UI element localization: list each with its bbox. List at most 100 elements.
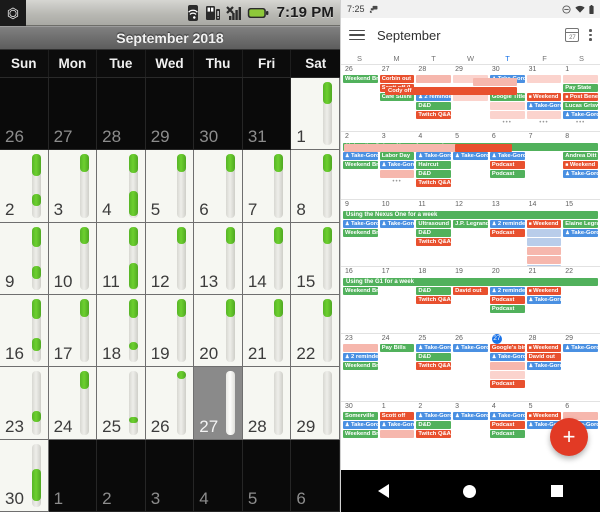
day-cell[interactable]: 2 [97,439,146,512]
day-number-cell[interactable]: 5 [526,402,563,412]
day-event-column[interactable]: Weekend Bre [342,75,379,126]
day-number-cell[interactable]: 16 [342,267,379,277]
week-row[interactable]: 2345678Using the Galaxy Nexus for a week… [341,131,600,198]
calendar-event[interactable]: ♟Take-Gordo [379,161,415,170]
multi-day-event-span[interactable] [454,144,512,153]
day-event-column[interactable]: Scott off♟Take-Gordo [379,411,416,438]
left-month-grid[interactable]: 26 27 28 29 30 31 1 2 3 4 5 6 7 8 9 10 11 12 13 14 15 16 17 18 1… [0,78,340,512]
day-event-column[interactable]: J.P. Legrand [452,219,489,266]
day-event-column[interactable]: ♟Take-GordoWeekend Bre [342,152,379,187]
day-event-column[interactable]: Elaine Legra♟Take-Gordo [562,219,599,266]
calendar-event[interactable]: Weekend Bre [343,161,378,170]
calendar-event[interactable]: D&D [416,286,452,295]
day-cell[interactable]: 4 [194,439,243,512]
day-number-cell[interactable]: 10 [379,200,416,210]
day-cell[interactable]: 20 [194,295,243,368]
day-number-cell[interactable]: 15 [562,200,599,210]
day-number-cell[interactable]: 26 [452,334,489,344]
calendar-event-faded[interactable] [489,371,525,380]
multi-day-event-span[interactable] [473,78,518,86]
calendar-event-faded[interactable] [526,111,562,119]
calendar-event-faded[interactable] [489,362,525,371]
day-cell[interactable]: 3 [145,439,195,512]
calendar-event-faded[interactable] [416,75,452,83]
day-event-column[interactable] [562,287,599,313]
day-event-column[interactable]: Somerville♟Take-GordoWeekend Bre [342,411,379,438]
day-cell[interactable]: 6 [194,150,243,223]
calendar-event[interactable]: Twitch Q&A [416,429,452,438]
calendar-event[interactable]: Google's birthday (1998) [489,344,525,353]
day-event-column[interactable]: ♟2 remindersD&DTwitch Q&A [415,75,452,126]
more-events-dots[interactable]: ••• [563,120,598,126]
day-number-cell[interactable]: 8 [562,132,599,142]
calendar-event[interactable]: ♟Take-Gordo [416,344,452,353]
calendar-event[interactable]: ■ Weekend [526,411,562,420]
day-number-cell[interactable]: 1 [562,65,599,75]
day-cell[interactable]: 24 [48,367,98,440]
calendar-event[interactable]: ■ Weekend [526,286,562,295]
back-icon[interactable] [378,484,390,498]
calendar-event[interactable]: ■ Weekend [563,161,598,170]
calendar-event[interactable]: ♟Take-Gordo [453,152,488,161]
day-cell[interactable]: 1 [48,439,98,512]
day-number-cell[interactable]: 29 [452,65,489,75]
calendar-event[interactable]: ♟Take-Gordo [489,152,525,161]
calendar-event[interactable]: ♟Take-Gordo [526,295,562,304]
more-events-dots[interactable]: ••• [490,120,525,126]
day-number-cell[interactable]: 28 [415,65,452,75]
day-number-cell[interactable]: 4 [415,132,452,142]
day-cell[interactable]: 12 [145,222,195,295]
calendar-event[interactable]: ♟Take-Gordo [563,111,598,119]
day-number-cell[interactable]: 13 [489,200,526,210]
day-number-cell[interactable]: 17 [379,267,416,277]
calendar-event[interactable]: ♟Take-Gordo [379,420,415,429]
calendar-event[interactable]: Scott off [379,411,415,420]
day-event-column[interactable]: ♟2 remindersPodcast [489,219,526,266]
day-cell[interactable]: 2 [0,150,49,223]
day-cell[interactable]: 5 [242,439,292,512]
day-number-cell[interactable]: 4 [489,402,526,412]
calendar-event[interactable]: ♟Take-Gordo [563,344,598,353]
day-number-cell[interactable]: 31 [526,65,563,75]
calendar-event[interactable]: ♟Take-Gordo [526,362,562,371]
calendar-event[interactable]: D&D [416,170,452,179]
day-event-column[interactable]: ♟Take-Gordo [452,411,489,438]
day-number-cell[interactable]: 20 [489,267,526,277]
calendar-event-faded[interactable] [379,429,415,438]
day-event-column[interactable]: ♟2 remindersWeekend Bre [342,344,379,388]
day-cell[interactable]: 10 [48,222,98,295]
calendar-event-faded[interactable] [526,246,562,255]
day-event-column[interactable]: Pay State ■Post Bene Lucas Grisw ♟Take-Gord… [562,75,599,126]
calendar-event-faded[interactable] [489,111,525,119]
calendar-event[interactable]: Twitch Q&A [416,179,452,188]
day-cell[interactable]: 9 [0,222,49,295]
week-row[interactable]: 2627282930311Weekend BreCorbin outScott … [341,64,600,131]
day-cell[interactable]: 21 [242,295,292,368]
day-cell[interactable]: 4 [97,150,146,223]
calendar-event[interactable]: D&D [416,420,452,429]
calendar-event[interactable]: ■ Post Bene [563,93,598,101]
home-icon[interactable] [463,484,477,498]
day-cell[interactable]: 6 [291,439,340,512]
day-number-cell[interactable]: 11 [415,200,452,210]
day-cell[interactable]: 25 [97,367,146,440]
day-cell[interactable]: 31 [242,78,292,151]
day-number-cell[interactable]: 9 [342,200,379,210]
calendar-event[interactable]: Ultrasound [416,219,452,228]
calendar-event-faded[interactable] [526,255,562,264]
calendar-event-faded[interactable] [489,102,525,110]
day-event-column[interactable]: Andrea Ditt■Weekend♟Take-Gordo [562,152,599,187]
day-number-cell[interactable]: 6 [489,132,526,142]
calendar-event[interactable]: Somerville [343,411,378,420]
calendar-event[interactable]: Corbin out [379,75,415,83]
calendar-event[interactable]: Podcast [489,295,525,304]
calendar-event[interactable]: ♟Take-Gordo [416,411,452,420]
calendar-event-faded[interactable] [526,228,562,237]
day-cell[interactable]: 19 [145,295,195,368]
calendar-event[interactable]: Podcast [489,380,525,389]
day-number-cell[interactable]: 19 [452,267,489,277]
day-cell[interactable]: 14 [242,222,292,295]
calendar-event[interactable]: Weekend Bre [343,362,378,371]
day-event-column[interactable]: ♟Take-Gordo [379,219,416,266]
day-event-column[interactable]: ■Weekend♟Take-Gordo••• [526,75,563,126]
